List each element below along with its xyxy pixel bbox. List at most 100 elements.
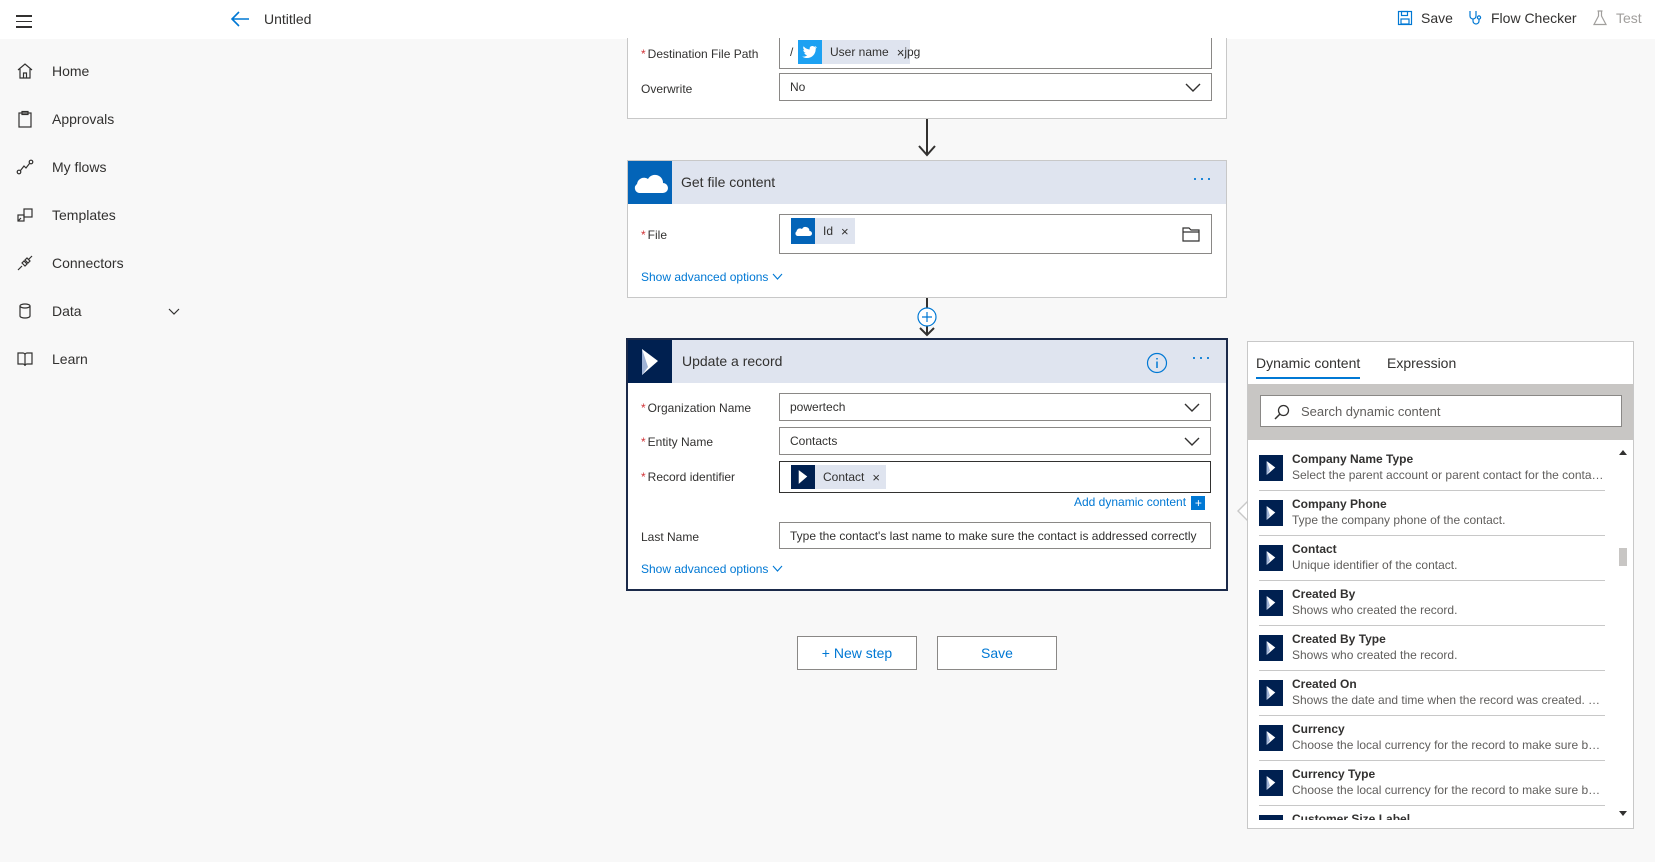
tab-expression[interactable]: Expression <box>1387 355 1456 371</box>
dynamic-content-panel: Dynamic content Expression Search dynami… <box>1247 341 1634 829</box>
sidebar-item-learn[interactable]: Learn <box>0 339 199 379</box>
contact-token[interactable]: Contact × <box>791 465 886 489</box>
search-placeholder: Search dynamic content <box>1301 404 1441 419</box>
dynamics-icon <box>1259 815 1283 820</box>
last-name-placeholder: Type the contact's last name to make sur… <box>790 529 1197 543</box>
item-description: Shows who created the record. <box>1292 648 1458 662</box>
show-advanced-options-link[interactable]: Show advanced options <box>641 270 783 284</box>
chevron-down-icon <box>772 273 783 280</box>
home-icon <box>17 63 33 79</box>
card-header[interactable]: Get file content ··· <box>628 161 1226 204</box>
info-icon[interactable] <box>1146 352 1168 374</box>
overwrite-label: Overwrite <box>641 82 693 96</box>
flow-title[interactable]: Untitled <box>264 11 311 27</box>
get-file-content-card: Get file content ··· * File Id × Show adv… <box>627 160 1227 298</box>
last-name-input[interactable]: Type the contact's last name to make sur… <box>779 522 1211 549</box>
list-item[interactable]: Company Phone Type the company phone of … <box>1259 491 1605 536</box>
dest-prefix: / <box>790 45 794 59</box>
more-options-icon[interactable]: ··· <box>1192 169 1216 190</box>
list-item[interactable]: Created By Type Shows who created the re… <box>1259 626 1605 671</box>
scroll-thumb[interactable] <box>1619 548 1627 566</box>
database-icon <box>19 303 31 319</box>
overwrite-dropdown[interactable]: No <box>779 73 1212 101</box>
list-item[interactable]: Company Name Type Select the parent acco… <box>1259 446 1605 491</box>
sidebar-item-home[interactable]: Home <box>0 51 199 91</box>
overwrite-value: No <box>790 80 806 94</box>
token-label: User name <box>830 45 889 59</box>
book-icon <box>17 352 33 367</box>
save-command-label: Save <box>1421 10 1453 26</box>
arrow-down-icon <box>918 145 936 157</box>
insert-step-plus-icon[interactable] <box>916 306 938 328</box>
search-icon <box>1274 404 1290 420</box>
organization-name-label: * Organization Name <box>641 401 752 415</box>
item-name: Created By <box>1292 587 1356 601</box>
test-command[interactable]: Test <box>1592 10 1642 26</box>
item-name: Currency Type <box>1292 767 1376 781</box>
destination-file-path-field[interactable]: / User name × .jpg <box>779 38 1212 69</box>
save-command[interactable]: Save <box>1397 10 1453 26</box>
file-label: * File <box>641 228 668 242</box>
arrow-down-icon <box>919 327 935 337</box>
sidebar-item-approvals[interactable]: Approvals <box>0 99 199 139</box>
file-field[interactable]: Id × <box>779 214 1212 254</box>
list-item[interactable]: Currency Choose the local currency for t… <box>1259 716 1605 761</box>
sidebar-item-my-flows[interactable]: My flows <box>0 147 199 187</box>
scroll-down-icon[interactable] <box>1618 810 1628 818</box>
entity-name-dropdown[interactable]: Contacts <box>779 427 1211 455</box>
flow-checker-label: Flow Checker <box>1491 10 1577 26</box>
create-file-card: * Destination File Path / User name × .jp… <box>627 38 1227 119</box>
sidebar-item-templates[interactable]: Templates <box>0 195 199 235</box>
folder-icon[interactable] <box>1182 226 1200 242</box>
dynamics-icon <box>1259 500 1283 526</box>
token-label: Contact <box>823 470 865 484</box>
onedrive-icon <box>628 161 672 204</box>
user-name-token[interactable]: User name × <box>798 40 911 64</box>
chevron-down-icon <box>1185 83 1201 92</box>
chevron-down-icon[interactable] <box>168 305 180 317</box>
item-name: Contact <box>1292 542 1337 556</box>
add-dynamic-content-link[interactable]: Add dynamic content + <box>1074 495 1206 510</box>
remove-token-icon[interactable]: × <box>841 224 849 239</box>
list-item[interactable]: Contact Unique identifier of the contact… <box>1259 536 1605 581</box>
flow-checker-command[interactable]: Flow Checker <box>1467 10 1577 26</box>
tab-dynamic-content[interactable]: Dynamic content <box>1256 355 1361 379</box>
item-description: Type the company phone of the contact. <box>1292 513 1506 527</box>
new-step-button[interactable]: + New step <box>797 636 917 670</box>
organization-name-value: powertech <box>790 400 846 414</box>
hamburger-menu-icon[interactable] <box>16 15 32 28</box>
list-item[interactable]: Customer Size Label <box>1259 806 1605 820</box>
show-advanced-options-link[interactable]: Show advanced options <box>641 562 783 576</box>
sidebar-item-connectors[interactable]: Connectors <box>0 243 199 283</box>
sidebar-item-data[interactable]: Data <box>0 291 199 331</box>
more-options-icon[interactable]: ··· <box>1191 348 1215 369</box>
flask-icon <box>1593 10 1607 26</box>
remove-token-icon[interactable]: × <box>872 470 880 485</box>
search-dynamic-content-input[interactable]: Search dynamic content <box>1260 395 1622 427</box>
save-icon <box>1397 10 1413 26</box>
list-item[interactable]: Created By Shows who created the record. <box>1259 581 1605 626</box>
templates-icon <box>17 208 33 222</box>
clipboard-icon <box>18 110 32 128</box>
sidebar-item-label: Learn <box>52 351 88 367</box>
card-header[interactable]: Update a record ··· <box>628 340 1226 383</box>
dest-suffix: .jpg <box>901 45 921 59</box>
dynamics-icon <box>1259 770 1283 796</box>
scroll-up-icon[interactable] <box>1618 448 1628 456</box>
add-icon: + <box>1191 495 1206 510</box>
organization-name-dropdown[interactable]: powertech <box>779 393 1211 421</box>
dynamics-icon <box>1259 725 1283 751</box>
dynamic-list-scrollbar[interactable] <box>1616 446 1630 820</box>
id-token[interactable]: Id × <box>791 218 855 244</box>
item-name: Currency <box>1292 722 1345 736</box>
sidebar: Home Approvals My flows Templates Connec… <box>0 39 199 862</box>
record-identifier-field[interactable]: Contact × <box>779 461 1211 493</box>
list-item[interactable]: Currency Type Choose the local currency … <box>1259 761 1605 806</box>
back-arrow-icon[interactable] <box>229 9 251 29</box>
top-bar: Untitled Save Flow Checker Test <box>0 0 1655 39</box>
dynamics-icon <box>1259 590 1283 616</box>
card-title: Get file content <box>681 174 776 190</box>
save-button[interactable]: Save <box>937 636 1057 670</box>
record-identifier-label: * Record identifier <box>641 470 736 484</box>
list-item[interactable]: Created On Shows the date and time when … <box>1259 671 1605 716</box>
